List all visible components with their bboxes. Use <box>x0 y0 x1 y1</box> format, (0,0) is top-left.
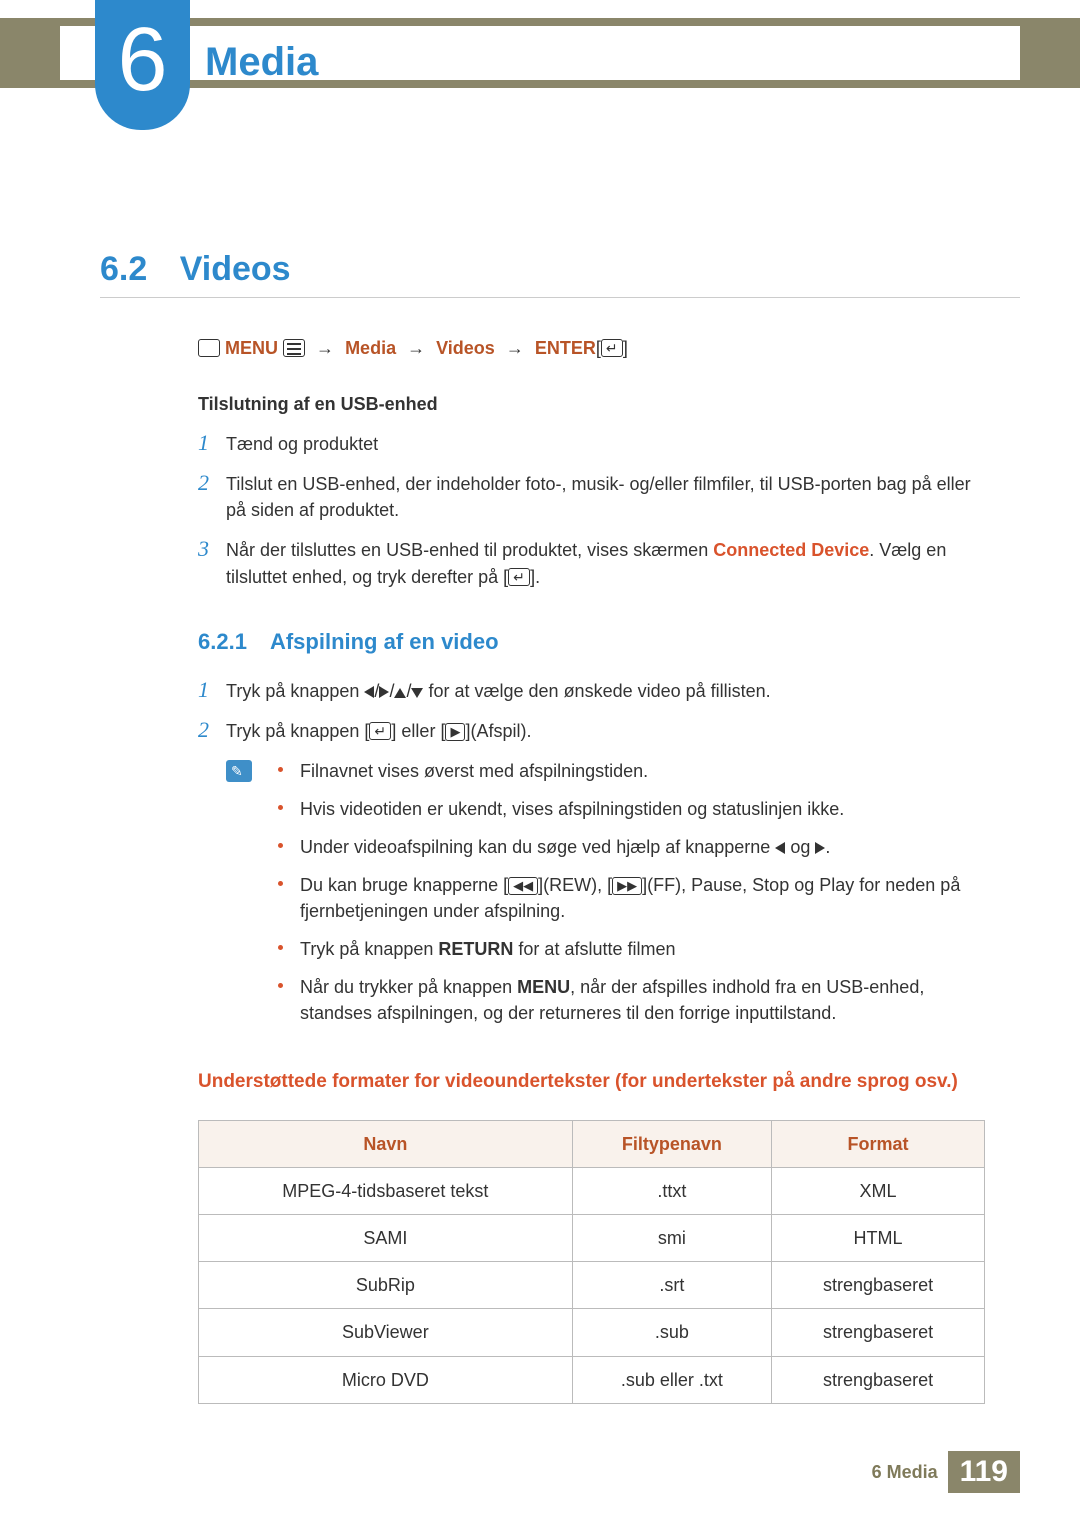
table-row: SubViewer .sub strengbaseret <box>199 1309 985 1356</box>
page-number: 119 <box>948 1451 1020 1493</box>
arrow-sep: → <box>407 338 425 358</box>
remote-hand-icon <box>198 339 220 357</box>
subsection-title: Afspilning af en video <box>270 629 499 654</box>
bullet-item: Når du trykker på knappen MENU, når der … <box>278 974 985 1026</box>
left-arrow-icon <box>364 686 374 698</box>
table-row: SAMI smi HTML <box>199 1215 985 1262</box>
bullet-item: Du kan bruge knapperne [◀◀](REW), [▶▶](F… <box>278 872 985 924</box>
left-arrow-icon <box>775 842 785 854</box>
subsection-number: 6.2.1 <box>198 629 247 654</box>
col-name: Navn <box>199 1121 573 1168</box>
enter-icon <box>369 722 391 740</box>
section-header: 6.2 Videos <box>100 250 1020 298</box>
connected-device-label: Connected Device <box>713 540 869 560</box>
arrow-sep: → <box>506 338 524 358</box>
list-item: 1Tænd og produktet <box>198 431 985 457</box>
list-item: 3 Når der tilsluttes en USB-enhed til pr… <box>198 537 985 589</box>
col-format: Format <box>772 1121 985 1168</box>
right-arrow-icon <box>379 686 389 698</box>
menu-label-inline: MENU <box>517 977 570 997</box>
enter-icon <box>508 568 530 586</box>
bullet-item: Filnavnet vises øverst med afspilningsti… <box>278 758 985 784</box>
usb-steps: 1Tænd og produktet 2Tilslut en USB-enhed… <box>198 431 985 589</box>
step-text: Tilslut en USB-enhed, der indeholder fot… <box>226 471 985 523</box>
subtitle-formats-table: Navn Filtypenavn Format MPEG-4-tidsbaser… <box>198 1120 985 1404</box>
menu-icon <box>283 339 305 357</box>
enter-label: ENTER <box>535 338 596 358</box>
list-item: 2 Tryk på knappen [] eller [▶](Afspil). <box>198 718 985 744</box>
header-band-inner <box>60 26 1020 80</box>
subtitle-formats-heading: Understøttede formater for videoundertek… <box>198 1068 985 1096</box>
path-videos: Videos <box>436 338 495 358</box>
play-steps: 1 Tryk på knappen /// for at vælge den ø… <box>198 678 985 744</box>
note-icon <box>226 760 252 782</box>
menu-label: MENU <box>225 338 278 358</box>
usb-heading: Tilslutning af en USB-enhed <box>198 391 985 417</box>
table-header-row: Navn Filtypenavn Format <box>199 1121 985 1168</box>
bullet-item: Under videoafspilning kan du søge ved hj… <box>278 834 985 860</box>
return-label: RETURN <box>438 939 513 959</box>
chapter-title: Media <box>205 40 318 85</box>
menu-path: MENU → Media → Videos → ENTER[] <box>198 335 985 361</box>
arrow-sep: → <box>316 338 334 358</box>
up-arrow-icon <box>394 688 406 698</box>
footer: 6 Media 119 <box>872 1451 1020 1493</box>
step-text: Tryk på knappen [] eller [▶](Afspil). <box>226 718 985 744</box>
note-block: Filnavnet vises øverst med afspilningsti… <box>226 758 985 1039</box>
content-area: MENU → Media → Videos → ENTER[] Tilslutn… <box>198 335 985 1404</box>
chapter-badge: 6 <box>95 0 190 130</box>
note-bullets: Filnavnet vises øverst med afspilningsti… <box>278 758 985 1039</box>
list-item: 1 Tryk på knappen /// for at vælge den ø… <box>198 678 985 704</box>
rewind-icon: ◀◀ <box>508 877 538 895</box>
play-icon: ▶ <box>445 723 465 741</box>
step-text: Når der tilsluttes en USB-enhed til prod… <box>226 537 985 589</box>
section-number: 6.2 <box>100 250 147 288</box>
enter-icon <box>601 339 623 357</box>
table-row: Micro DVD .sub eller .txt strengbaseret <box>199 1356 985 1403</box>
subsection-header: 6.2.1 Afspilning af en video <box>198 626 985 658</box>
path-media: Media <box>345 338 396 358</box>
chapter-number: 6 <box>117 10 167 110</box>
footer-label: 6 Media <box>872 1462 938 1483</box>
section-title: Videos <box>180 250 291 288</box>
step-text: Tryk på knappen /// for at vælge den øns… <box>226 678 985 704</box>
list-item: 2Tilslut en USB-enhed, der indeholder fo… <box>198 471 985 523</box>
bullet-item: Tryk på knappen RETURN for at afslutte f… <box>278 936 985 962</box>
down-arrow-icon <box>411 688 423 698</box>
right-arrow-icon <box>815 842 825 854</box>
col-filetype: Filtypenavn <box>572 1121 771 1168</box>
table-row: MPEG-4-tidsbaseret tekst .ttxt XML <box>199 1168 985 1215</box>
step-text: Tænd og produktet <box>226 431 985 457</box>
table-row: SubRip .srt strengbaseret <box>199 1262 985 1309</box>
bullet-item: Hvis videotiden er ukendt, vises afspiln… <box>278 796 985 822</box>
fastforward-icon: ▶▶ <box>612 877 642 895</box>
